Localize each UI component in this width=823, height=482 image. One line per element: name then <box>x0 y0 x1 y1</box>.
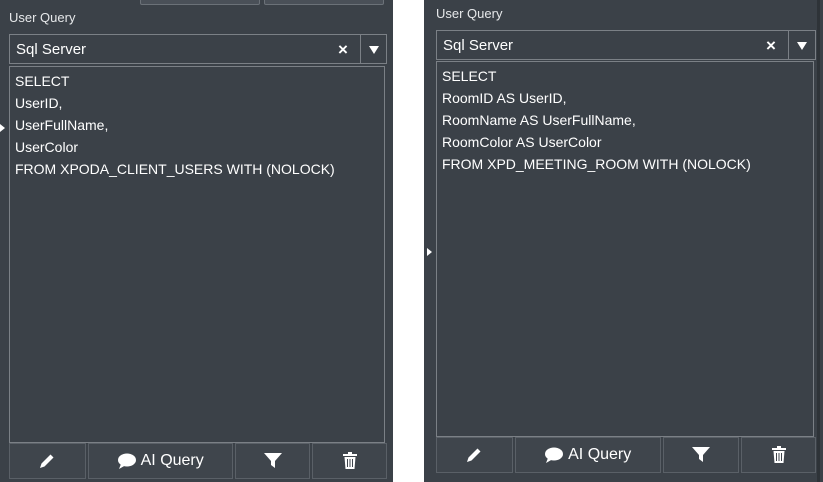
query-line: RoomColor AS UserColor <box>442 134 602 150</box>
filter-button[interactable] <box>234 443 311 479</box>
top-tab-fragment[interactable] <box>264 0 384 5</box>
funnel-icon <box>692 447 711 462</box>
edit-button[interactable] <box>436 437 513 473</box>
delete-button[interactable] <box>312 443 387 479</box>
top-tab-fragment[interactable] <box>140 0 260 5</box>
ai-query-label: AI Query <box>140 452 204 469</box>
query-line: FROM XPODA_CLIENT_USERS WITH (NOLOCK) <box>15 161 335 177</box>
clear-icon[interactable]: × <box>338 40 348 60</box>
chat-bubble-icon <box>545 447 564 463</box>
filter-button[interactable] <box>662 437 740 473</box>
edit-button[interactable] <box>9 443 86 479</box>
pencil-icon <box>467 448 481 462</box>
query-line: RoomName AS UserFullName, <box>442 112 636 128</box>
query-line: SELECT <box>15 73 70 89</box>
sql-query-editor[interactable]: SELECT UserID, UserFullName, UserColor F… <box>9 66 385 443</box>
database-select[interactable]: Sql Server × <box>436 30 816 60</box>
database-select-value: Sql Server <box>443 37 514 54</box>
chevron-down-icon[interactable] <box>369 46 379 54</box>
panel-expand-marker[interactable] <box>0 124 5 132</box>
chat-bubble-icon <box>117 453 136 469</box>
query-line: FROM XPD_MEETING_ROOM WITH (NOLOCK) <box>442 156 751 172</box>
query-line: UserID, <box>15 95 63 111</box>
trash-icon <box>771 446 786 463</box>
scrollbar-track[interactable] <box>817 0 820 482</box>
sql-query-editor[interactable]: SELECT RoomID AS UserID, RoomName AS Use… <box>436 61 814 437</box>
ai-query-button[interactable]: AI Query <box>514 437 661 473</box>
panel-title: User Query <box>9 10 76 25</box>
ai-query-button[interactable]: AI Query <box>87 443 233 479</box>
query-toolbar: AI Query <box>436 437 817 475</box>
pencil-icon <box>40 454 54 468</box>
query-line: SELECT <box>442 68 497 84</box>
panel-title: User Query <box>436 6 503 21</box>
funnel-icon <box>263 453 282 468</box>
chevron-down-icon[interactable] <box>797 42 807 50</box>
panel-expand-marker[interactable] <box>427 248 432 256</box>
delete-button[interactable] <box>741 437 817 473</box>
database-select-value: Sql Server <box>16 41 87 58</box>
clear-icon[interactable]: × <box>766 36 776 56</box>
query-line: RoomID AS UserID, <box>442 90 567 106</box>
query-line: UserFullName, <box>15 117 109 133</box>
right-query-panel: User Query Sql Server × SELECT RoomID AS… <box>424 0 823 482</box>
ai-query-label: AI Query <box>568 446 632 463</box>
query-line: UserColor <box>15 139 79 155</box>
database-select[interactable]: Sql Server × <box>9 34 387 64</box>
query-toolbar: AI Query <box>9 443 387 481</box>
left-query-panel: User Query Sql Server × SELECT UserID, U… <box>0 0 393 482</box>
trash-icon <box>342 452 357 469</box>
select-divider <box>788 31 789 59</box>
select-divider <box>360 35 361 63</box>
